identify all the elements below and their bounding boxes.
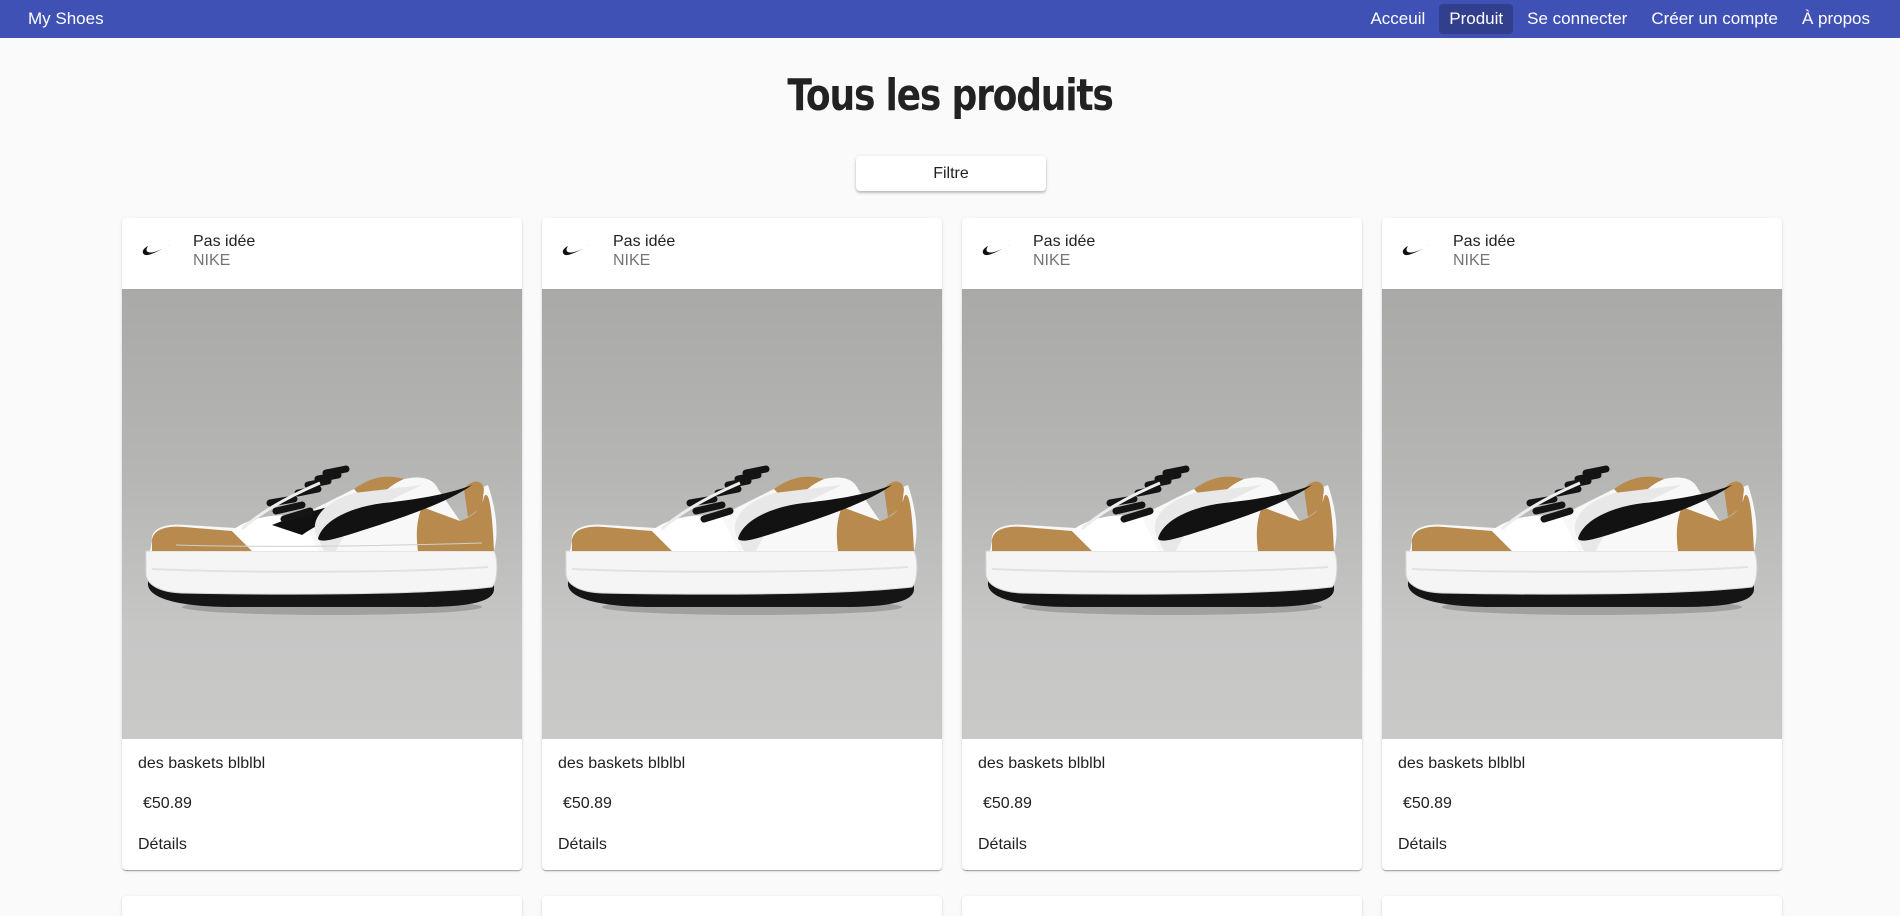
product-image[interactable] — [1382, 289, 1782, 739]
nav-item-a-propos[interactable]: À propos — [1792, 4, 1880, 34]
nav-item-creer-un-compte[interactable]: Créer un compte — [1641, 4, 1788, 34]
top-toolbar: My Shoes Acceuil Produit Se connecter Cr… — [0, 0, 1900, 38]
nav-item-produit[interactable]: Produit — [1439, 4, 1514, 34]
nike-swoosh-icon — [142, 244, 171, 256]
product-description: des baskets blblbl — [138, 755, 266, 772]
sneaker-illustration — [145, 465, 498, 615]
product-price: €50.89 — [143, 795, 192, 812]
sneaker-illustration — [1405, 465, 1758, 615]
product-image[interactable] — [122, 289, 522, 739]
product-card-next-row — [122, 896, 522, 916]
nav-item-se-connecter[interactable]: Se connecter — [1517, 4, 1637, 34]
product-description: des baskets blblbl — [978, 755, 1106, 772]
product-card: Pas idée NIKE des baskets blblbl €50.89 … — [542, 218, 942, 870]
nike-swoosh-icon — [562, 244, 591, 256]
details-button[interactable]: Détails — [978, 836, 1027, 854]
product-price: €50.89 — [1403, 795, 1452, 812]
product-image[interactable] — [962, 289, 1362, 739]
product-card-next-row — [542, 896, 942, 916]
card-header: Pas idée NIKE — [1382, 218, 1782, 289]
card-header: Pas idée NIKE — [962, 218, 1362, 289]
details-button[interactable]: Détails — [138, 836, 187, 854]
product-image[interactable] — [542, 289, 942, 739]
product-card: Pas idée NIKE des baskets blblbl €50.89 … — [1382, 218, 1782, 870]
product-description: des baskets blblbl — [558, 755, 686, 772]
nav-item-acceuil[interactable]: Acceuil — [1360, 4, 1435, 34]
product-price: €50.89 — [983, 795, 1032, 812]
card-brand: NIKE — [1453, 252, 1491, 269]
details-button[interactable]: Détails — [1398, 836, 1447, 854]
sneaker-illustration — [985, 465, 1338, 615]
sneaker-illustration — [565, 465, 918, 615]
card-title: Pas idée — [613, 233, 676, 250]
card-header: Pas idée NIKE — [122, 218, 522, 289]
product-card-next-row — [1382, 896, 1782, 916]
app-brand[interactable]: My Shoes — [28, 9, 104, 29]
main-nav: Acceuil Produit Se connecter Créer un co… — [1360, 4, 1880, 34]
product-card-next-row — [962, 896, 1362, 916]
product-price: €50.89 — [563, 795, 612, 812]
product-description: des baskets blblbl — [1398, 755, 1526, 772]
page-title: Tous les produits — [787, 70, 1114, 121]
card-title: Pas idée — [1453, 233, 1516, 250]
product-card: Pas idée NIKE des baskets blblbl €50.89 … — [122, 218, 522, 870]
product-card: Pas idée NIKE des baskets blblbl €50.89 … — [962, 218, 1362, 870]
details-button[interactable]: Détails — [558, 836, 607, 854]
nike-swoosh-icon — [1402, 244, 1431, 256]
filter-button[interactable]: Filtre — [856, 156, 1046, 191]
card-brand: NIKE — [193, 252, 231, 269]
card-brand: NIKE — [613, 252, 651, 269]
card-title: Pas idée — [1033, 233, 1096, 250]
card-header: Pas idée NIKE — [542, 218, 942, 289]
nike-swoosh-icon — [982, 244, 1011, 256]
card-title: Pas idée — [193, 233, 256, 250]
card-brand: NIKE — [1033, 252, 1071, 269]
